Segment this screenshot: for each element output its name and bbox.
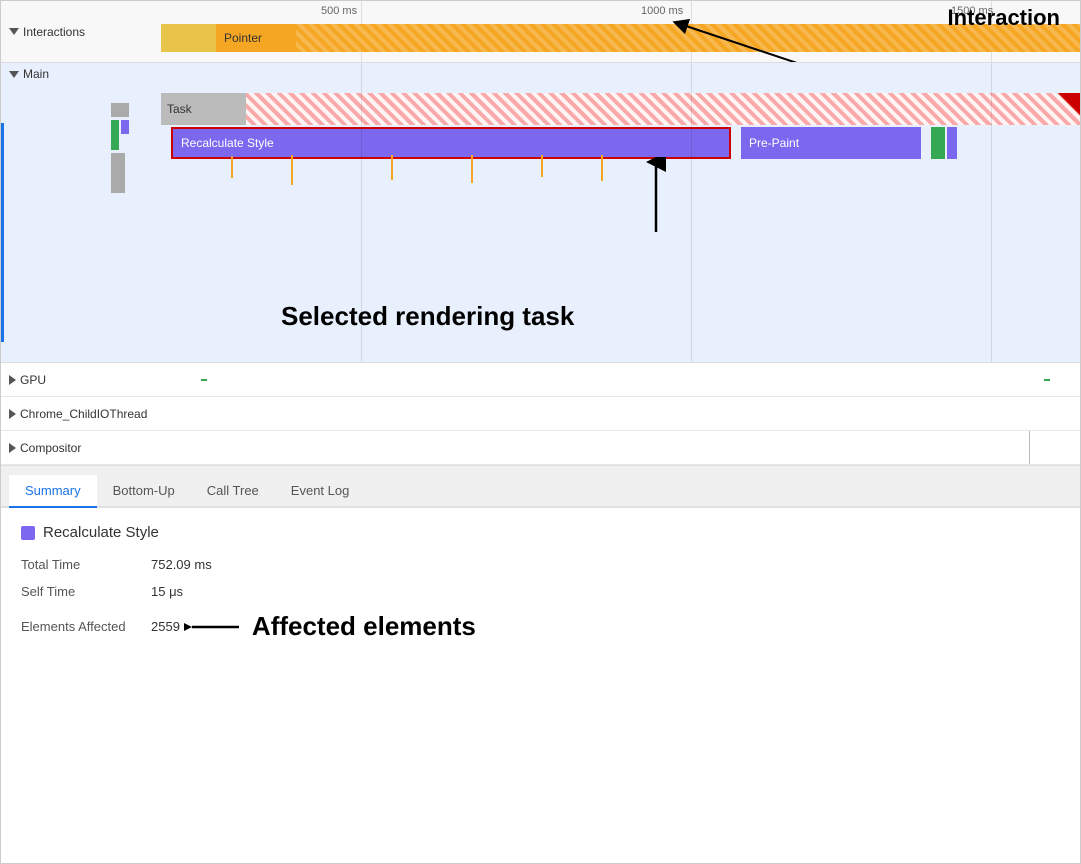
main-vline-2 [691,63,692,362]
blue-left-bar [1,123,4,342]
task-area: Task Recalculate Style Pre-Paint [161,93,1080,273]
interactions-collapse-icon[interactable] [9,28,19,35]
green-block-left [111,120,119,150]
thread-row-compositor: Compositor [1,431,1080,465]
orange-tick-1 [231,156,233,178]
summary-title-row: Recalculate Style [21,524,1060,541]
self-time-label: Self Time [21,584,151,599]
purple-block-left [121,120,129,134]
total-time-row: Total Time 752.09 ms [21,557,1060,572]
self-time-row: Self Time 15 μs [21,584,1060,599]
tab-bottom-up[interactable]: Bottom-Up [97,475,191,508]
rendering-arrow-svg [641,157,671,237]
left-decorations [111,103,129,193]
pointer-bar: Pointer [161,23,1080,53]
orange-tick-6 [601,155,603,181]
prepaint-bar[interactable]: Pre-Paint [741,127,921,159]
tick-500: 500 ms [321,5,357,17]
tab-summary[interactable]: Summary [9,475,97,508]
childio-expand-icon[interactable] [9,409,16,419]
orange-tick-2 [291,155,293,185]
pointer-yellow-block [161,24,216,52]
prepaint-label: Pre-Paint [749,136,799,150]
pointer-label: Pointer [216,24,296,52]
elements-affected-label: Elements Affected [21,619,151,634]
main-header: Main [1,63,57,85]
main-section: Main Task Recalculate Style Pre-Paint [1,63,1080,363]
gpu-green-right [1044,379,1050,381]
orange-tick-5 [541,155,543,177]
affected-arrow-svg [184,612,244,642]
gpu-content [201,363,1080,396]
compositor-expand-icon[interactable] [9,443,16,453]
self-time-value: 15 μs [151,584,183,599]
childio-label-container: Chrome_ChildIOThread [1,407,201,421]
gpu-label: GPU [20,373,46,387]
task-red-corner [1058,93,1080,115]
elements-affected-row: Elements Affected 2559 Affected elements [21,611,1060,642]
compositor-label: Compositor [20,441,81,455]
rendering-annotation-text: Selected rendering task [281,301,574,332]
summary-panel: Recalculate Style Total Time 752.09 ms S… [1,508,1080,670]
tab-call-tree[interactable]: Call Tree [191,475,275,508]
orange-tick-4 [471,155,473,183]
tick-1000: 1000 ms [641,5,683,17]
childio-content [201,397,1080,430]
tab-event-log[interactable]: Event Log [275,475,366,508]
total-time-label: Total Time [21,557,151,572]
interactions-label: Interactions [1,25,161,39]
gray-block-1 [111,103,129,117]
total-time-value: 752.09 ms [151,557,212,572]
small-green-after-prepaint [931,127,945,159]
task-label: Task [167,102,192,116]
thread-rows: GPU Chrome_ChildIOThread Compositor [1,363,1080,466]
gpu-green-left [201,379,207,381]
recalc-bar[interactable]: Recalculate Style [171,127,731,159]
main-vline-3 [991,63,992,362]
main-vline-1 [361,63,362,362]
recalc-label: Recalculate Style [181,136,274,150]
main-collapse-icon[interactable] [9,71,19,78]
thread-row-childio: Chrome_ChildIOThread [1,397,1080,431]
compositor-label-container: Compositor [1,441,201,455]
elements-affected-value: 2559 [151,619,180,634]
small-purple-after-prepaint [947,127,957,159]
summary-title-text: Recalculate Style [43,524,159,541]
interactions-row: Interactions 500 ms 1000 ms 1500 ms Poin… [1,1,1080,63]
task-hatched-bg: Task [161,93,1080,125]
interaction-annotation-text: Interaction [948,5,1060,31]
task-solid-block: Task [161,93,246,125]
thread-row-gpu: GPU [1,363,1080,397]
orange-tick-3 [391,155,393,180]
tabs-bar: Summary Bottom-Up Call Tree Event Log [1,466,1080,508]
recalc-color-swatch [21,526,35,540]
affected-annotation-text: Affected elements [252,611,476,642]
gray-block-2 [111,153,125,193]
interaction-arrow-svg [640,19,820,62]
main-title: Main [23,67,49,81]
compositor-content [201,431,1080,464]
compositor-divider [1029,431,1030,464]
gpu-label-container: GPU [1,373,201,387]
interactions-timeline: 500 ms 1000 ms 1500 ms Pointer I [161,1,1080,62]
childio-label: Chrome_ChildIOThread [20,407,147,421]
gpu-expand-icon[interactable] [9,375,16,385]
interactions-title: Interactions [23,25,85,39]
